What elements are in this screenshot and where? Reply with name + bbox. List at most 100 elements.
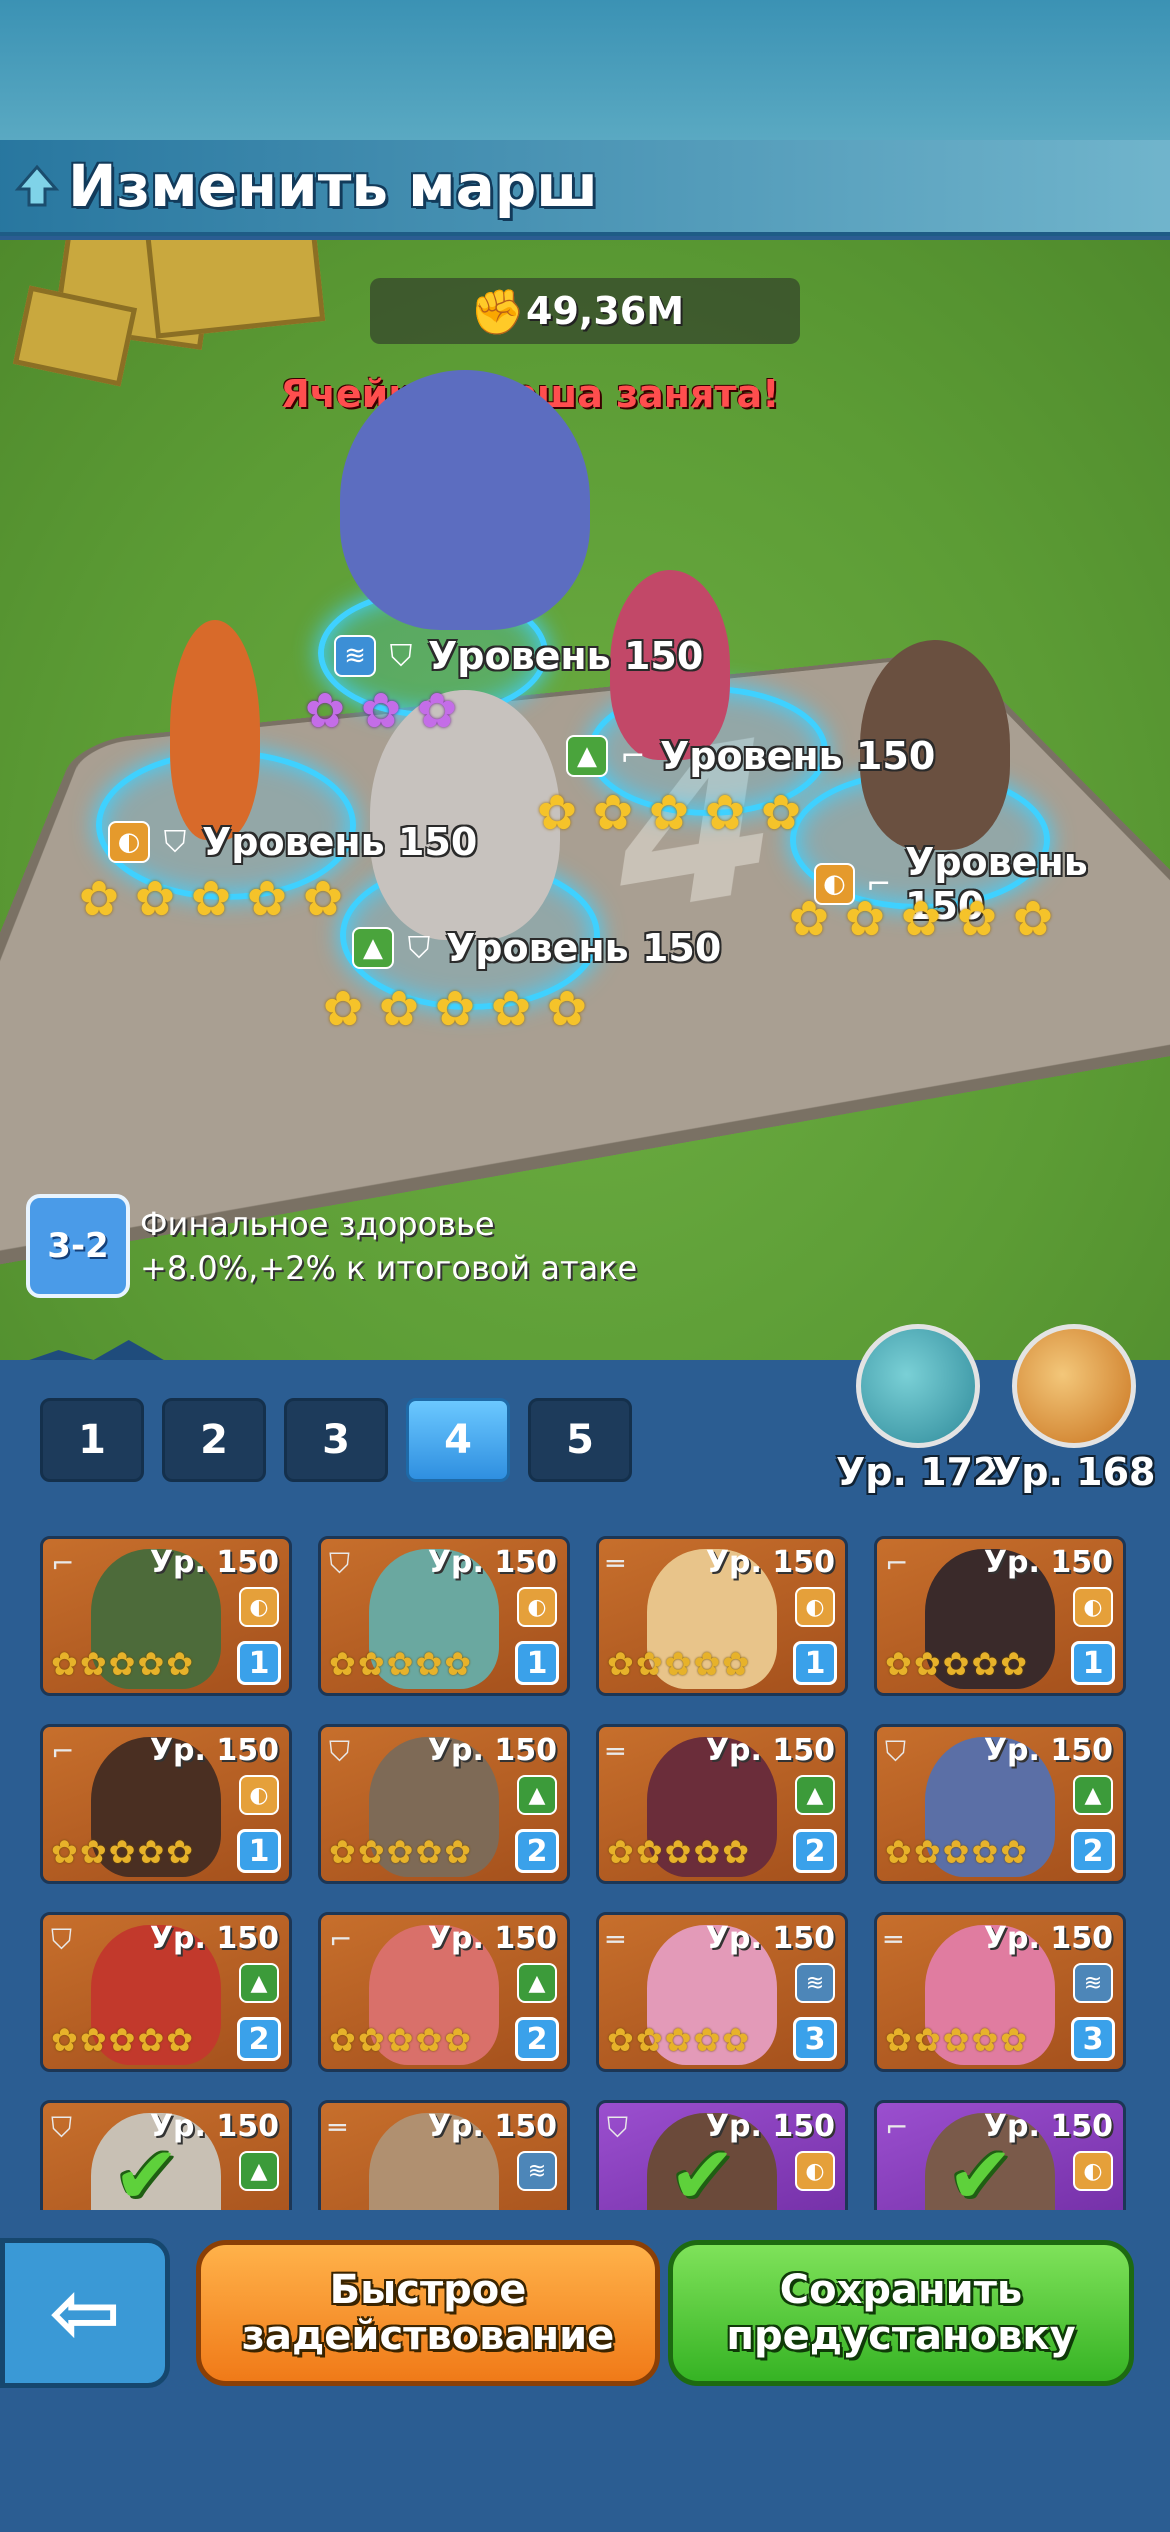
- star-icon: ✿: [51, 2209, 78, 2210]
- hero-level: Ур. 150: [149, 1921, 279, 1956]
- rifle-icon: ═: [607, 1547, 624, 1580]
- star-icon: ✿: [636, 2209, 663, 2210]
- star-icon: ✿: [913, 1645, 941, 1683]
- hero-level-label: ≋ ⛉ Уровень 150: [334, 634, 703, 678]
- star-icon: ✿: [592, 785, 634, 841]
- hero-stars: ✿✿✿✿✿: [885, 1645, 1027, 1683]
- formation-bonus-icon[interactable]: 3-2: [26, 1194, 130, 1298]
- pet-slot-1[interactable]: Ур. 172: [836, 1324, 1000, 1494]
- hero-card[interactable]: ⛉Ур. 150◐✿✿✿✿✿✔: [596, 2100, 848, 2210]
- star-icon: ✿: [137, 1645, 165, 1683]
- tab-preset-2[interactable]: 2: [162, 1398, 266, 1482]
- fire-icon: ◐: [108, 821, 150, 863]
- hero-figure-sniper[interactable]: [170, 620, 260, 840]
- rifle-icon: ═: [607, 1735, 624, 1768]
- hero-card[interactable]: ═ Ур. 150 ▲ ✿ ✿ ✿ ✿ ✿ 2: [596, 1724, 848, 1884]
- star-icon: ✿: [134, 871, 176, 927]
- formation-bonus[interactable]: 3-2 Финальное здоровье +8.0%,+2% к итого…: [26, 1194, 637, 1298]
- hero-card[interactable]: ⌐Ур. 150◐✿✿✿✿✿✔: [874, 2100, 1126, 2210]
- pet-slot-2[interactable]: Ур. 168: [992, 1324, 1156, 1494]
- rifle-icon: ═: [607, 1923, 624, 1956]
- star-icon: ✿: [360, 683, 402, 739]
- top-strip: [0, 0, 1170, 140]
- dragon-pet-avatar[interactable]: [855, 1324, 980, 1448]
- hero-card[interactable]: ═ Ур. 150 ≋ ✿ ✿ ✿ ✿ ✿ 3: [874, 1912, 1126, 2072]
- eagle-pet-avatar[interactable]: [1011, 1324, 1136, 1448]
- hero-count-badge: 1: [237, 1829, 281, 1873]
- hero-figure-brute[interactable]: [340, 370, 590, 630]
- hero-card[interactable]: ═Ур. 150≋✿✿✿✿✿: [318, 2100, 570, 2210]
- hero-card[interactable]: ═ Ур. 150 ≋ ✿ ✿ ✿ ✿ ✿ 3: [596, 1912, 848, 2072]
- save-preset-button[interactable]: Сохранить предустановку: [668, 2240, 1134, 2386]
- pet-level: Ур. 168: [992, 1450, 1156, 1494]
- hero-stars: ✿✿✿✿✿: [51, 2021, 193, 2059]
- star-icon: ✿: [357, 2021, 385, 2059]
- star-icon: ✿: [722, 2021, 750, 2059]
- fire-icon: ◐: [239, 1587, 279, 1627]
- hero-level: Ур. 150: [983, 1545, 1113, 1580]
- mountain-icon: ▲: [352, 927, 394, 969]
- quick-deploy-button[interactable]: Быстрое задействование: [196, 2240, 660, 2386]
- shield-icon: ⛉: [885, 1735, 907, 1768]
- shield-icon: ⛉: [51, 2111, 73, 2144]
- star-icon: ✿: [190, 871, 232, 927]
- hero-level: Ур. 150: [427, 1733, 557, 1768]
- mountain-icon: ▲: [239, 1963, 279, 2003]
- tab-preset-4[interactable]: 4: [406, 1398, 510, 1482]
- star-icon: ✿: [956, 891, 998, 947]
- star-icon: ✿: [1000, 2021, 1028, 2059]
- hero-card[interactable]: ⌐ Ур. 150 ▲ ✿ ✿ ✿ ✿ ✿ 2: [318, 1912, 570, 2072]
- hero-level: Ур. 150: [983, 1921, 1113, 1956]
- star-icon: ✿: [664, 1833, 692, 1871]
- star-icon: ✿: [329, 2209, 356, 2210]
- star-icon: ✿: [648, 785, 690, 841]
- star-icon: ✿: [444, 2209, 471, 2210]
- star-icon: ✿: [387, 2209, 414, 2210]
- star-icon: ✿: [137, 2021, 165, 2059]
- star-icon: ✿: [635, 1833, 663, 1871]
- hero-level-label: ▲ ⌐ Уровень 150: [566, 734, 935, 778]
- star-icon: ✿: [166, 2021, 194, 2059]
- star-icon: ✿: [942, 2021, 970, 2059]
- star-icon: ✿: [885, 1833, 912, 1871]
- star-icon: ✿: [416, 683, 458, 739]
- star-icon: ✿: [322, 981, 364, 1037]
- shield-icon: ⛉: [607, 2111, 629, 2144]
- power-value: 49,36M: [526, 289, 685, 333]
- mountain-icon: ▲: [239, 2151, 279, 2191]
- back-button[interactable]: ⇦: [0, 2238, 170, 2388]
- hero-card[interactable]: ⛉ Ур. 150 ▲ ✿ ✿ ✿ ✿ ✿ 2: [318, 1724, 570, 1884]
- tab-preset-5[interactable]: 5: [528, 1398, 632, 1482]
- hero-count-badge: 1: [237, 1641, 281, 1685]
- shield-icon: ⛉: [51, 1923, 73, 1956]
- preset-tabs: 1 2 3 4 5: [40, 1398, 632, 1482]
- hero-count-badge: 1: [1071, 1641, 1115, 1685]
- star-icon: ✿: [693, 1833, 721, 1871]
- hero-card[interactable]: ⛉ Ур. 150 ◐ ✿ ✿ ✿ ✿ ✿ 1: [318, 1536, 570, 1696]
- shield-icon: ⛉: [389, 638, 413, 674]
- hero-card[interactable]: ⛉ Ур. 150 ▲ ✿ ✿ ✿ ✿ ✿ 2: [874, 1724, 1126, 1884]
- star-icon: ✿: [386, 2021, 414, 2059]
- hero-level: Ур. 150: [149, 1545, 279, 1580]
- hero-card[interactable]: ⛉Ур. 150▲✿✿✿✿✿✔: [40, 2100, 292, 2210]
- star-icon: ✿: [329, 1833, 356, 1871]
- hero-stars: ✿ ✿ ✿ ✿ ✿: [318, 984, 592, 1034]
- hero-card[interactable]: ⛉ Ур. 150 ▲ ✿ ✿ ✿ ✿ ✿ 2: [40, 1912, 292, 2072]
- hero-card[interactable]: ⌐ Ур. 150 ◐ ✿ ✿ ✿ ✿ ✿ 1: [40, 1724, 292, 1884]
- slot-busy-warning: Ячейка марша занята!: [280, 372, 780, 416]
- hero-card[interactable]: ⌐ Ур. 150 ◐ ✿ ✿ ✿ ✿ ✿ 1: [40, 1536, 292, 1696]
- star-icon: ✿: [79, 1645, 107, 1683]
- pistol-icon: ⌐: [620, 738, 646, 774]
- tab-preset-1[interactable]: 1: [40, 1398, 144, 1482]
- fire-icon: ◐: [795, 2151, 835, 2191]
- hero-card[interactable]: ═ Ур. 150 ◐ ✿ ✿ ✿ ✿ ✿ 1: [596, 1536, 848, 1696]
- hero-card[interactable]: ⌐ Ур. 150 ◐ ✿ ✿ ✿ ✿ ✿ 1: [874, 1536, 1126, 1696]
- hero-count-badge: 2: [793, 1829, 837, 1873]
- hero-stars: ✿✿✿✿✿: [607, 1645, 749, 1683]
- star-icon: ✿: [788, 891, 830, 947]
- star-icon: ✿: [971, 1833, 999, 1871]
- hero-roster-grid: ⌐ Ур. 150 ◐ ✿ ✿ ✿ ✿ ✿ 1 ⛉ Ур. 150 ◐ ✿ ✿ ✿ ✿ ✿ 1 ═ Ур. 150 ◐ ✿…: [40, 1536, 1136, 2210]
- star-icon: ✿: [378, 981, 420, 1037]
- fist-icon: ✊: [470, 287, 525, 338]
- tab-preset-3[interactable]: 3: [284, 1398, 388, 1482]
